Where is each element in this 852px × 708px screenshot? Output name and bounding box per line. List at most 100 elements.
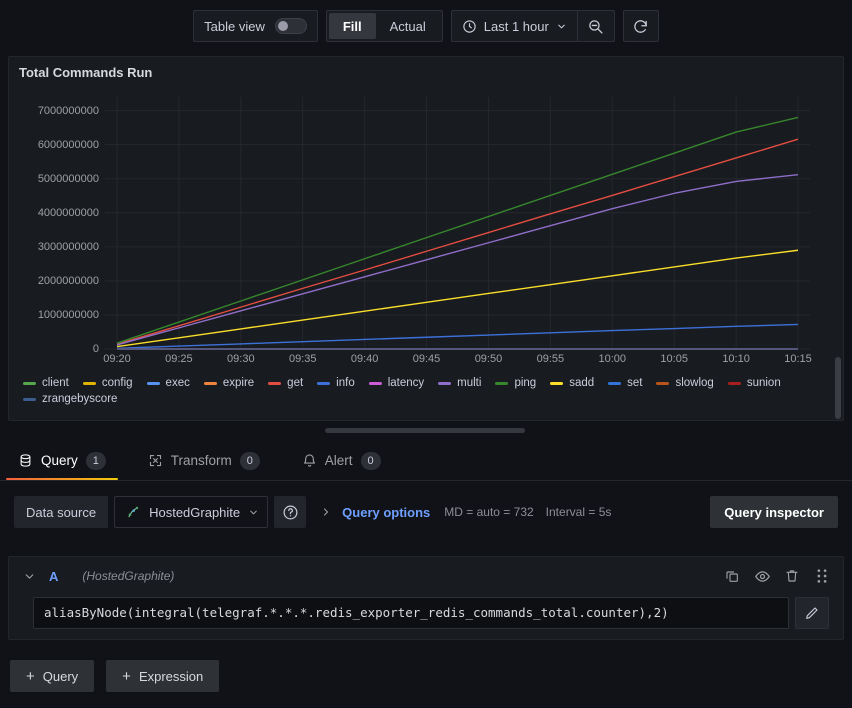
query-edit-toggle-button[interactable] [795,597,829,629]
table-view-switch[interactable] [274,18,307,34]
y-axis-tick-label: 6000000000 [37,138,99,151]
legend-label: slowlog [675,377,714,389]
legend-item[interactable]: info [317,377,355,389]
tab-transform-label: Transform [170,453,232,468]
panel-title: Total Commands Run [19,65,153,80]
time-series-chart[interactable]: 0 1000000000 2000000000 3000000000 400000000… [9,89,845,377]
x-axis-tick-label: 09:30 [227,353,255,365]
query-row-actions [723,567,837,585]
panel-vertical-scrollbar[interactable] [835,357,841,419]
query-editor-row: A (HostedGraphite) aliasByNode(integral(… [8,556,844,640]
tab-query-count: 1 [85,451,106,470]
add-expression-label: Expression [138,668,204,684]
x-axis-labels: 09:20 09:25 09:30 09:35 09:40 09:45 09:50 09:55… [9,353,845,373]
query-ref-id[interactable]: A [49,569,58,584]
legend-color-swatch [438,381,452,385]
table-view-toggle[interactable]: Table view [193,10,318,42]
legend-label: latency [387,377,425,389]
datasource-picker[interactable]: HostedGraphite [114,496,269,528]
legend-label: info [336,377,355,389]
y-axis-tick-label: 3000000000 [37,240,99,253]
legend-label: get [287,377,304,389]
max-data-points-info: MD = auto = 732 [444,505,534,519]
legend-item[interactable]: slowlog [656,377,714,389]
legend-label: multi [457,377,482,389]
actual-button[interactable]: Actual [376,13,440,39]
datasource-row: Data source HostedGraphite Query options… [14,494,838,530]
legend-item[interactable]: expire [203,377,255,389]
tab-transform-count: 0 [239,451,260,470]
add-row-buttons: + Query + Expression [10,660,220,692]
question-circle-icon [282,504,299,521]
legend-item[interactable]: get [268,377,303,389]
clock-icon [462,19,477,34]
legend-item[interactable]: exec [146,377,190,389]
x-axis-tick-label: 10:15 [784,353,812,365]
drag-handle-icon[interactable] [813,567,831,585]
zoom-out-icon [587,18,604,35]
plus-icon: + [26,667,35,685]
tab-alert[interactable]: Alert 0 [302,441,397,480]
database-icon [18,453,33,468]
editor-tabs: Query 1 Transform 0 Alert 0 [0,441,852,481]
legend-label: config [101,377,133,389]
x-axis-tick-label: 10:10 [722,353,750,365]
x-axis-tick-label: 09:45 [412,353,441,365]
refresh-button[interactable] [622,10,659,42]
legend-item[interactable]: client [23,377,69,389]
visualization-panel: Total Commands Run 0 1000000000 2000000000… [8,56,844,421]
tab-query-label: Query [41,453,78,468]
y-axis-tick-label: 1000000000 [37,308,99,321]
table-view-label: Table view [204,18,265,34]
x-axis-tick-label: 10:05 [660,353,688,365]
x-axis-tick-label: 09:25 [165,353,193,365]
tab-query[interactable]: Query 1 [6,441,122,480]
query-datasource-note: (HostedGraphite) [82,569,175,583]
legend-color-swatch [368,381,382,385]
legend-color-swatch [550,381,564,385]
panel-horizontal-scrollbar[interactable] [325,428,525,433]
bell-icon [302,453,317,468]
legend-item[interactable]: latency [368,377,425,389]
legend-item[interactable]: sadd [550,377,594,389]
legend-label: client [42,377,69,389]
legend-item[interactable]: set [608,377,642,389]
trash-icon[interactable] [783,567,801,585]
tab-alert-label: Alert [324,453,353,468]
legend-item[interactable]: sunion [727,377,781,389]
query-expression-input[interactable]: aliasByNode(integral(telegraf.*.*.*.redi… [33,597,789,629]
zoom-out-button[interactable] [578,11,614,41]
legend-label: ping [514,377,537,389]
legend-item[interactable]: ping [495,377,536,389]
time-range-picker[interactable]: Last 1 hour [452,11,577,41]
copy-icon[interactable] [723,567,741,585]
fill-button[interactable]: Fill [328,13,376,39]
legend-color-swatch [146,381,160,385]
grafana-panel-editor: Table view Fill Actual Last 1 hour Total… [0,0,852,708]
add-expression-button[interactable]: + Expression [106,660,220,692]
series-line [116,249,799,348]
y-axis-labels: 0 1000000000 2000000000 3000000000 400000000… [9,89,105,355]
legend-item[interactable]: config [82,377,133,389]
pencil-icon [804,605,820,621]
legend-label: expire [222,377,255,389]
add-query-button[interactable]: + Query [10,660,95,692]
query-options-toggle[interactable]: Query options [320,505,430,520]
tab-transform[interactable]: Transform 0 [148,441,276,480]
datasource-help-button[interactable] [274,496,307,528]
query-expression-row: aliasByNode(integral(telegraf.*.*.*.redi… [33,597,829,629]
tab-alert-count: 0 [360,451,381,470]
y-axis-tick-label: 5000000000 [37,172,99,185]
plus-icon: + [122,667,131,685]
legend-color-swatch [317,381,331,385]
legend-color-swatch [656,381,670,385]
chevron-down-icon [556,21,567,32]
x-axis-tick-label: 09:50 [474,353,503,365]
x-axis-tick-label: 09:55 [536,353,565,365]
legend-item[interactable]: zrangebyscore [23,393,117,405]
query-collapse-toggle[interactable] [17,564,41,588]
query-inspector-button[interactable]: Query inspector [710,496,838,528]
x-axis-tick-label: 09:20 [103,353,131,365]
legend-item[interactable]: multi [438,377,481,389]
eye-icon[interactable] [753,567,771,585]
